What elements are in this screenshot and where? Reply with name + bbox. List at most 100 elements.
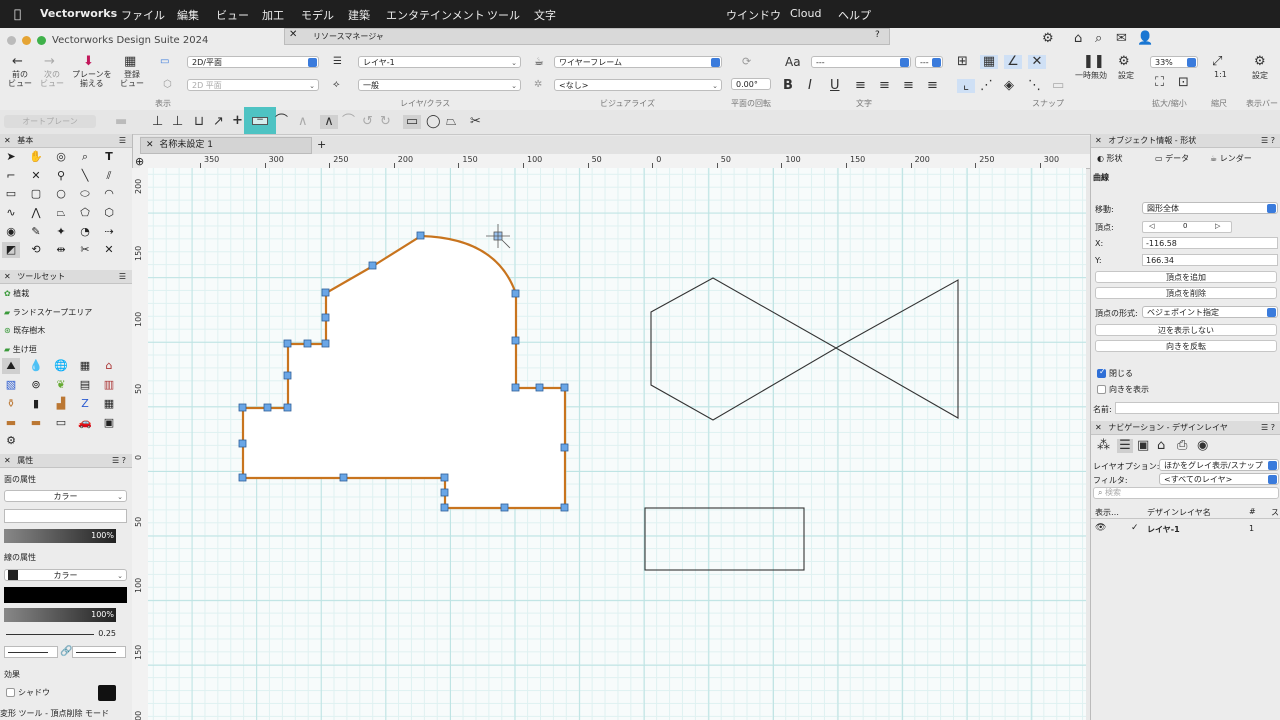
nav-tab-symbols-icon[interactable]: ◉	[1197, 439, 1208, 453]
camera-select[interactable]: <なし> ⌄	[554, 79, 722, 91]
font-size-select[interactable]: ---	[915, 56, 943, 68]
align-justify-icon[interactable]: ≡	[927, 79, 938, 93]
snap-working-plane-icon[interactable]: ⋱	[1028, 79, 1041, 93]
window-zoom-button[interactable]	[37, 36, 46, 45]
plane-select[interactable]: 2D 平面 ⌄	[187, 79, 319, 91]
line-opacity-slider[interactable]: 100%	[4, 608, 116, 622]
menu-icon[interactable]: ☰	[119, 270, 126, 283]
radius-vertex-icon[interactable]: ↻	[380, 115, 391, 129]
fence-icon[interactable]: ▦	[100, 396, 118, 412]
add-vertex-button[interactable]: 頂点を追加	[1095, 271, 1277, 283]
saved-view-button[interactable]: 登録 ビュー	[120, 70, 144, 88]
symbol-tool-icon[interactable]: ⚲	[52, 168, 70, 184]
gear-icon[interactable]: ⚙	[1042, 32, 1054, 46]
horizontal-ruler[interactable]: 350 300 250 200 150 100 50 0 50 100 150 200 250 300	[140, 154, 1090, 169]
arc-tool-icon[interactable]: ◠	[100, 186, 118, 202]
line-weight-select[interactable]: 0.25	[4, 628, 116, 640]
forward-arrow-icon[interactable]: →	[44, 55, 55, 69]
ruler-origin-icon[interactable]: ⊕	[135, 155, 144, 168]
water-icon[interactable]: 💧	[27, 358, 45, 374]
line-color-preview[interactable]	[4, 587, 127, 603]
circle-tool-icon[interactable]: ○	[52, 186, 70, 202]
navigation-header[interactable]: ✕ ナビゲーション - デザインレイヤ ☰ ?	[1091, 421, 1280, 435]
snap-object-icon[interactable]: ▦	[980, 55, 998, 69]
display-settings-button[interactable]: 設定	[1252, 70, 1268, 81]
eyedropper-tool-icon[interactable]: ✎	[27, 224, 45, 240]
layer-select[interactable]: レイヤ-1 ⌄	[358, 56, 521, 68]
close-icon[interactable]: ✕	[1095, 423, 1102, 432]
table-row[interactable]: 👁 ✓ レイヤ-1 1	[1091, 522, 1280, 536]
user-icon[interactable]: 👤	[1137, 32, 1153, 46]
object-info-header[interactable]: ✕ オブジェクト情報 - 形状 ☰ ?	[1091, 134, 1280, 148]
display-settings-icon[interactable]: ⚙	[1254, 55, 1266, 69]
bowtie-shape[interactable]	[650, 277, 959, 421]
hide-edge-button[interactable]: 辺を表示しない	[1095, 324, 1277, 336]
mirror-tool-icon[interactable]: ⇹	[52, 242, 70, 258]
spiral-tool-icon[interactable]: ◉	[2, 224, 20, 240]
snap-edge-icon[interactable]: ▭	[1052, 79, 1064, 93]
x-field[interactable]: -116.58	[1142, 237, 1278, 249]
snap-settings-gear-icon[interactable]: ⚙	[1118, 55, 1130, 69]
visibility-tool-icon[interactable]: ◔	[76, 224, 94, 240]
plane-align-button[interactable]: プレーンを 揃える	[72, 70, 112, 88]
snap-surface-icon[interactable]: ◈	[1004, 79, 1014, 93]
scale-icon[interactable]: ⤢	[1212, 55, 1222, 69]
toolset-palette-header[interactable]: ✕ ツールセット ☰	[0, 270, 132, 284]
fill-type-select[interactable]: カラー ⌄	[4, 490, 127, 502]
view-select[interactable]: 2D/平面	[187, 56, 319, 68]
leaf-icon[interactable]: ❦	[52, 377, 70, 393]
menu-edit[interactable]: 編集	[177, 7, 199, 23]
bench-icon[interactable]: ▤	[76, 377, 94, 393]
nav-tab-layers-icon[interactable]: ☰	[1117, 439, 1133, 453]
toolset-item-existing-tree[interactable]: ⊛ 既存樹木	[4, 325, 45, 336]
double-polygon-tool-icon[interactable]: ⬠	[76, 205, 94, 221]
align-center-icon[interactable]: ≡	[879, 79, 890, 93]
vehicle-icon[interactable]: 🚗	[76, 415, 94, 431]
arc-vertex-icon[interactable]: ↺	[362, 115, 373, 129]
menu-architecture[interactable]: 建築	[348, 7, 370, 23]
reverse-direction-button[interactable]: 向きを反転	[1095, 340, 1277, 352]
show-direction-checkbox[interactable]	[1097, 385, 1106, 394]
stairs-icon[interactable]: ▟	[52, 396, 70, 412]
drawing-canvas[interactable]	[148, 168, 1086, 720]
apple-icon[interactable]: 	[14, 7, 21, 21]
reshape-tool-icon[interactable]: ◩	[2, 242, 20, 258]
nav-tab-references-icon[interactable]: ⎙	[1177, 439, 1187, 453]
toolset-settings-gear-icon[interactable]: ⚙	[2, 433, 20, 449]
pan-tool-icon[interactable]: ✋	[27, 149, 45, 165]
dimension-tool-icon[interactable]: ⇢	[100, 224, 118, 240]
nav-tab-sheets-icon[interactable]: ▣	[1137, 439, 1149, 453]
stretch-mode-icon[interactable]: ⊔	[194, 115, 204, 129]
scale-value[interactable]: 1:1	[1214, 70, 1227, 79]
bezier-vertex-icon[interactable]: ∧	[320, 115, 338, 129]
layer-search-input[interactable]: ⌕ 検索	[1093, 487, 1279, 499]
tool-preferences-icon[interactable]: ✂	[470, 115, 481, 129]
toolset-item-hedge[interactable]: ▰ 生け垣	[4, 344, 37, 355]
equipment-icon[interactable]: ▣	[100, 415, 118, 431]
grid-icon[interactable]: ▦	[76, 358, 94, 374]
help-icon[interactable]: ☰ ?	[112, 454, 126, 467]
name-field[interactable]	[1115, 402, 1279, 414]
text-tool-icon[interactable]: T	[100, 149, 118, 165]
window-minimize-button[interactable]	[22, 36, 31, 45]
snap-distance-icon[interactable]: ⌞	[957, 79, 975, 93]
class-select[interactable]: 一般 ⌄	[358, 79, 521, 91]
menu-icon[interactable]: ☰	[119, 134, 126, 147]
col-number[interactable]: #	[1249, 507, 1256, 516]
help-icon[interactable]: ☰ ?	[1261, 134, 1275, 147]
align-right-icon[interactable]: ≡	[903, 79, 914, 93]
menu-file[interactable]: ファイル	[121, 7, 165, 23]
render-mode-select[interactable]: ワイヤーフレーム	[554, 56, 722, 68]
rounded-rectangle-tool-icon[interactable]: ▢	[27, 186, 45, 202]
attribute-mapping-tool-icon[interactable]: ✦	[52, 224, 70, 240]
pipe-icon[interactable]: ⊚	[27, 377, 45, 393]
menu-modify[interactable]: 加工	[262, 7, 284, 23]
bold-icon[interactable]: B	[783, 79, 793, 93]
font-select[interactable]: ---	[811, 56, 911, 68]
col-visibility[interactable]: 表示…	[1095, 507, 1119, 518]
site-model-icon[interactable]: ⛰	[2, 358, 20, 374]
corner-vertex-icon[interactable]: ∧	[298, 115, 308, 129]
zoom-select[interactable]: 33%	[1150, 56, 1198, 68]
closed-checkbox[interactable]: ✓	[1097, 367, 1106, 378]
snap-settings-button[interactable]: 設定	[1118, 70, 1134, 81]
